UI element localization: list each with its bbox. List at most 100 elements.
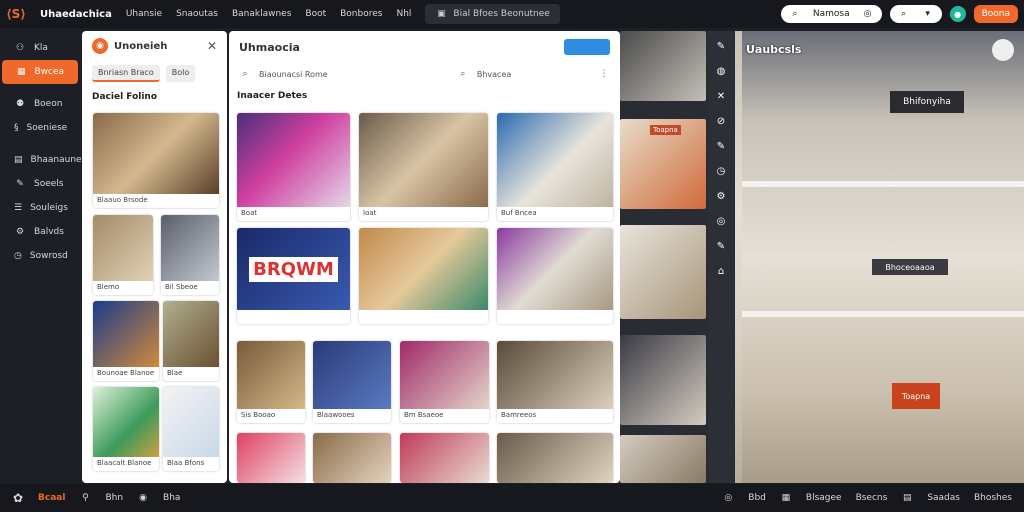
bottom-right-3[interactable]: Bsecns [856,493,888,503]
panel-title: Unoneieh [114,40,168,52]
sidebar-item-2[interactable]: ▦ Bwcea [2,60,78,84]
sidebar-item-3[interactable]: ⚉ Boeon [0,92,80,116]
avatar[interactable]: ● [949,6,966,22]
tab-2[interactable]: Bolo [165,65,196,82]
billboard-image: BRQWM [237,228,350,310]
sidebar-label: Bhaanaune [30,155,82,165]
sidebar-label: Sowrosd [29,251,68,261]
top-filter[interactable]: ⌕ ▾ [889,5,942,23]
tool-icon-8[interactable]: ◎ [717,216,726,227]
balcony-rail [742,181,1024,187]
mall-image [497,113,613,207]
more-icon[interactable]: ⋮ [598,68,610,80]
sidebar-item-8[interactable]: ⚙ Balvds [0,220,80,244]
thumbnail-strip: Toapna ✎ ◍ ✕ ⊘ ✎ ◷ ⚙ ◎ ✎ ⌂ [620,31,735,483]
shelf-image [359,228,488,310]
card-label: Bounoae Blanoe [97,369,155,377]
mall-photo-panel: Toapna ✎ ◍ ✕ ⊘ ✎ ◷ ⚙ ◎ ✎ ⌂ Uaubcsls Bhif… [620,31,1024,483]
gallery-card-5[interactable] [497,228,613,324]
top-search[interactable]: ▣ Bial Bfoes Beonutnee [425,4,560,24]
billboard-card[interactable]: BRQWM [237,228,350,324]
store-sign-red: Toapna [892,383,940,409]
nav-item-2[interactable]: Snaoutas [176,9,218,19]
card-label: Bm Bsaeoe [404,411,444,419]
user-avatar[interactable] [992,39,1014,61]
top-action-button[interactable]: Boona [973,5,1018,23]
sidebar-item-1[interactable]: ⚇ Kla [0,36,80,60]
search-icon-2: ⌕ [901,9,907,19]
collection-card-3[interactable]: Bil Sbeoe [161,215,219,295]
app-logo-icon[interactable]: ⟨S⟩ [6,5,26,23]
collection-card-4[interactable]: Bounoae Blanoe [93,301,159,381]
card-image [93,387,159,457]
bottom-item-3[interactable]: Bha [163,493,180,503]
collection-card-5[interactable]: Blae [163,301,219,381]
tab-1[interactable]: Bnriasn Braco [92,65,160,82]
sidebar-item-5[interactable]: ▤ Bhaanaune [0,148,82,172]
gallery-card-1[interactable]: Boat [237,113,350,221]
gallery-search-1[interactable]: Biaounacsi Rome [259,70,328,79]
gallery-card-11[interactable] [313,433,391,483]
bottom-right-4[interactable]: Saadas [927,493,960,503]
gallery-section-title: Inaacer Detes [237,91,308,101]
gallery-card-2[interactable]: Ioat [359,113,488,221]
close-icon[interactable]: ✕ [207,39,217,53]
store-sign-red-text: Toapna [901,391,931,401]
tool-icon-9[interactable]: ✎ [717,241,725,252]
sidebar-item-9[interactable]: ◷ Sowrosd [0,244,80,268]
grid-icon: ▦ [16,67,26,77]
nav-item-1[interactable]: Uhansie [126,9,162,19]
thumb-1[interactable] [620,31,706,101]
gallery-card-12[interactable] [400,433,489,483]
gallery-card-13[interactable] [497,433,613,483]
bottom-item-2[interactable]: Bhn [105,493,123,503]
bottom-bar: ✿ Bcaal ⚲ Bhn ◉ Bha ◎ Bbd ▦ Blsagee Bsec… [0,484,1024,512]
section-title: Daciel Folino [92,92,158,102]
tool-icon-10[interactable]: ⌂ [718,266,724,277]
gallery-action-button[interactable] [564,39,610,55]
gallery-card-3[interactable]: Buf Bncea [497,113,613,221]
nav-item-6[interactable]: Nhl [396,9,411,19]
sidebar-item-7[interactable]: ☰ Souleigs [0,196,80,220]
sidebar-label: Boeon [34,99,63,109]
sign-image [313,341,391,409]
thumb-4[interactable] [620,335,706,425]
bottom-right-5[interactable]: Bhoshes [974,493,1012,503]
gallery-card-6[interactable]: Sis Booao [237,341,305,423]
settings-icon: ⚙ [15,227,25,237]
nav-item-4[interactable]: Boot [305,9,326,19]
sidebar-item-4[interactable]: § Soeniese [0,116,80,140]
gallery-card-7[interactable]: Blaawooes [313,341,391,423]
gallery-card-9[interactable]: Bamreeos [497,341,613,423]
gallery-card-8[interactable]: Bm Bsaeoe [400,341,489,423]
tool-icon-5[interactable]: ✎ [717,141,725,152]
card-label: Bamreeos [501,411,537,419]
gallery-card-4[interactable] [359,228,488,324]
gallery-card-10[interactable] [237,433,305,483]
collection-card-1[interactable]: Blaauo Brsode [93,113,219,208]
tool-icon-3[interactable]: ✕ [717,91,725,102]
bottom-right-2[interactable]: Blsagee [806,493,842,503]
app-icon[interactable]: ✿ [12,491,24,505]
top-search-input[interactable]: ⌕ Namosa ◎ [780,5,882,23]
thumb-2[interactable]: Toapna [620,119,706,209]
tool-icon-7[interactable]: ⚙ [717,191,726,202]
card-label: Blaacalt Blanoe [97,459,152,467]
brand-name: Uhaedachica [40,8,112,20]
tool-icon-2[interactable]: ◍ [717,66,726,77]
collection-card-6[interactable]: Blaacalt Blanoe [93,387,159,471]
bottom-item-1[interactable]: Bcaal [38,493,65,503]
collection-card-2[interactable]: Blemo [93,215,153,295]
tool-icon-1[interactable]: ✎ [717,41,725,52]
thumb-5[interactable] [620,435,706,483]
mall-image [359,113,488,207]
nav-item-3[interactable]: Banaklawnes [232,9,291,19]
sidebar-item-6[interactable]: ✎ Soeels [0,172,80,196]
bottom-right-1[interactable]: Bbd [748,493,766,503]
nav-item-5[interactable]: Bonbores [340,9,382,19]
tool-icon-4[interactable]: ⊘ [717,116,725,127]
gallery-search-2[interactable]: Bhvacea [477,70,590,79]
tool-icon-6[interactable]: ◷ [717,166,726,177]
collection-card-7[interactable]: Blaa Bfons [163,387,219,471]
thumb-3[interactable] [620,225,706,319]
